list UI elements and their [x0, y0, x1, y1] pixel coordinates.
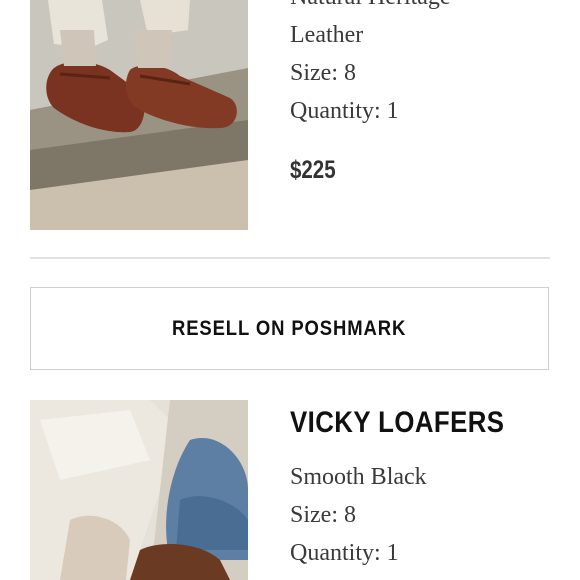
- item-size: Size: 8: [290, 502, 356, 528]
- item-quantity: Quantity: 1: [290, 540, 399, 566]
- section-divider: [30, 257, 550, 259]
- item-details: Natural Heritage Leather Size: 8 Quantit…: [290, 0, 560, 185]
- item-quantity: Quantity: 1: [290, 98, 399, 124]
- item-details: VICKY LOAFERS Smooth Black Size: 8 Quant…: [290, 400, 560, 572]
- product-name-line1: Natural Heritage: [290, 0, 560, 16]
- product-image[interactable]: [30, 400, 248, 580]
- resell-on-poshmark-button[interactable]: RESELL ON POSHMARK: [30, 287, 549, 370]
- item-price: $225: [290, 156, 336, 184]
- product-color: Smooth Black: [290, 464, 427, 490]
- product-image[interactable]: [30, 0, 248, 230]
- loafers-photo-icon: [30, 0, 248, 230]
- product-name-line2: Leather: [290, 22, 364, 48]
- item-size: Size: 8: [290, 60, 356, 86]
- loafers-photo-icon: [30, 400, 248, 580]
- product-title[interactable]: VICKY LOAFERS: [290, 400, 522, 446]
- resell-button-label: RESELL ON POSHMARK: [172, 316, 407, 340]
